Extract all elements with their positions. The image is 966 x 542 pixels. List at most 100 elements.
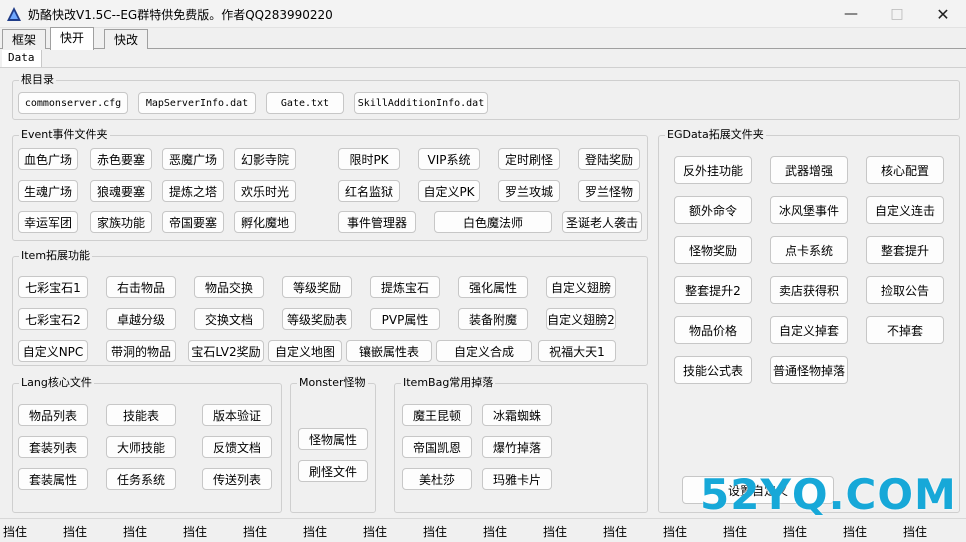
event-button[interactable]: 孵化魔地: [234, 211, 296, 233]
egdata-button[interactable]: 物品价格: [674, 316, 752, 344]
item-button[interactable]: 提炼宝石: [370, 276, 440, 298]
status-cell: 挡住: [483, 525, 508, 539]
item-button[interactable]: 自定义翅膀: [546, 276, 616, 298]
event-button[interactable]: 狼魂要塞: [90, 180, 152, 202]
egdata-button[interactable]: 武器增强: [770, 156, 848, 184]
event-button[interactable]: 罗兰攻城: [498, 180, 560, 202]
egdata-button[interactable]: 技能公式表: [674, 356, 752, 384]
egdata-button[interactable]: 捡取公告: [866, 276, 944, 304]
event-button[interactable]: 定时刷怪: [498, 148, 560, 170]
minimize-icon: —: [844, 6, 858, 22]
title-bar: 奶酪快改V1.5C--EG群特供免费版。作者QQ283990220 — □ ✕: [0, 0, 966, 28]
close-button[interactable]: ✕: [920, 0, 966, 28]
event-button[interactable]: 帝国要塞: [162, 211, 224, 233]
egdata-button[interactable]: 核心配置: [866, 156, 944, 184]
lang-button[interactable]: 套装属性: [18, 468, 88, 490]
egdata-button[interactable]: 冰风堡事件: [770, 196, 848, 224]
event-manager-button[interactable]: 事件管理器: [338, 211, 416, 233]
egdata-button[interactable]: 整套提升: [866, 236, 944, 264]
item-button[interactable]: 自定义合成: [436, 340, 532, 362]
lang-button[interactable]: 任务系统: [106, 468, 176, 490]
status-cell: 挡住: [543, 525, 568, 539]
item-button[interactable]: 交换文档: [194, 308, 264, 330]
gate-txt-button[interactable]: Gate.txt: [266, 92, 344, 114]
item-button[interactable]: 带洞的物品: [106, 340, 176, 362]
monster-button[interactable]: 怪物属性: [298, 428, 368, 450]
skilladditioninfo-button[interactable]: SkillAdditionInfo.dat: [354, 92, 488, 114]
itembag-button[interactable]: 爆竹掉落: [482, 436, 552, 458]
event-button[interactable]: 赤色要塞: [90, 148, 152, 170]
egdata-button[interactable]: 自定义连击: [866, 196, 944, 224]
tab-framework[interactable]: 框架: [2, 29, 47, 49]
egdata-button[interactable]: 额外命令: [674, 196, 752, 224]
status-cell: 挡住: [723, 525, 748, 539]
item-button[interactable]: 物品交换: [194, 276, 264, 298]
item-button[interactable]: 七彩宝石1: [18, 276, 88, 298]
egdata-button[interactable]: 普通怪物掉落: [770, 356, 848, 384]
lang-button[interactable]: 套装列表: [18, 436, 88, 458]
itembag-button[interactable]: 美杜莎: [402, 468, 472, 490]
status-cell: 挡住: [303, 525, 328, 539]
item-button[interactable]: 等级奖励: [282, 276, 352, 298]
lang-button[interactable]: 版本验证: [202, 404, 272, 426]
minimize-button[interactable]: —: [828, 0, 874, 28]
event-button[interactable]: 红名监狱: [338, 180, 400, 202]
item-button[interactable]: 自定义NPC: [18, 340, 88, 362]
commonserver-cfg-button[interactable]: commonserver.cfg: [18, 92, 128, 114]
event-button[interactable]: 圣诞老人袭击: [562, 211, 642, 233]
item-button[interactable]: 卓越分级: [106, 308, 176, 330]
event-button[interactable]: 欢乐时光: [234, 180, 296, 202]
event-button[interactable]: 白色魔法师: [434, 211, 552, 233]
mapserverinfo-button[interactable]: MapServerInfo.dat: [138, 92, 256, 114]
item-button[interactable]: 镶嵌属性表: [346, 340, 432, 362]
item-button[interactable]: 七彩宝石2: [18, 308, 88, 330]
event-button[interactable]: 恶魔广场: [162, 148, 224, 170]
item-button[interactable]: 右击物品: [106, 276, 176, 298]
item-button[interactable]: 祝福大天1: [538, 340, 616, 362]
monster-button[interactable]: 刷怪文件: [298, 460, 368, 482]
itembag-button[interactable]: 魔王昆顿: [402, 404, 472, 426]
item-group-title: Item拓展功能: [19, 249, 93, 263]
itembag-button[interactable]: 冰霜蜘蛛: [482, 404, 552, 426]
item-button[interactable]: 自定义地图: [268, 340, 342, 362]
event-button[interactable]: 提炼之塔: [162, 180, 224, 202]
event-button[interactable]: 幸运军团: [18, 211, 78, 233]
tab-quick-open[interactable]: 快开: [50, 27, 95, 50]
lang-button[interactable]: 大师技能: [106, 436, 176, 458]
item-button[interactable]: 自定义翅膀2: [546, 308, 616, 330]
item-button[interactable]: 装备附魔: [458, 308, 528, 330]
tab-quick-edit[interactable]: 快改: [104, 29, 149, 49]
main-tabs: 框架 快开 快改: [0, 27, 966, 50]
item-button[interactable]: PVP属性: [370, 308, 440, 330]
event-button[interactable]: 幻影寺院: [234, 148, 296, 170]
event-button[interactable]: 血色广场: [18, 148, 78, 170]
tab-data[interactable]: Data: [2, 50, 42, 67]
egdata-button[interactable]: 反外挂功能: [674, 156, 752, 184]
event-button[interactable]: 自定义PK: [418, 180, 480, 202]
event-button[interactable]: VIP系统: [418, 148, 480, 170]
lang-button[interactable]: 传送列表: [202, 468, 272, 490]
event-button[interactable]: 家族功能: [90, 211, 152, 233]
item-button[interactable]: 等级奖励表: [282, 308, 352, 330]
item-button[interactable]: 强化属性: [458, 276, 528, 298]
egdata-button[interactable]: 点卡系统: [770, 236, 848, 264]
lang-button[interactable]: 技能表: [106, 404, 176, 426]
egdata-button[interactable]: 整套提升2: [674, 276, 752, 304]
egdata-button[interactable]: 自定义掉套: [770, 316, 848, 344]
maximize-button[interactable]: □: [874, 0, 920, 28]
egdata-button[interactable]: 不掉套: [866, 316, 944, 344]
event-button[interactable]: 罗兰怪物: [578, 180, 640, 202]
itembag-button[interactable]: 帝国凯恩: [402, 436, 472, 458]
egdata-button[interactable]: 怪物奖励: [674, 236, 752, 264]
egdata-button[interactable]: 卖店获得积: [770, 276, 848, 304]
status-bar: 挡住 挡住 挡住 挡住 挡住 挡住 挡住 挡住 挡住 挡住 挡住 挡住 挡住 挡…: [0, 518, 966, 542]
monster-group-title: Monster怪物: [297, 376, 368, 390]
itembag-button[interactable]: 玛雅卡片: [482, 468, 552, 490]
lang-button[interactable]: 物品列表: [18, 404, 88, 426]
event-button[interactable]: 登陆奖励: [578, 148, 640, 170]
event-button[interactable]: 限时PK: [338, 148, 400, 170]
lang-button[interactable]: 反馈文档: [202, 436, 272, 458]
item-button[interactable]: 宝石LV2奖励: [188, 340, 264, 362]
event-group-title: Event事件文件夹: [19, 128, 110, 142]
event-button[interactable]: 生魂广场: [18, 180, 78, 202]
